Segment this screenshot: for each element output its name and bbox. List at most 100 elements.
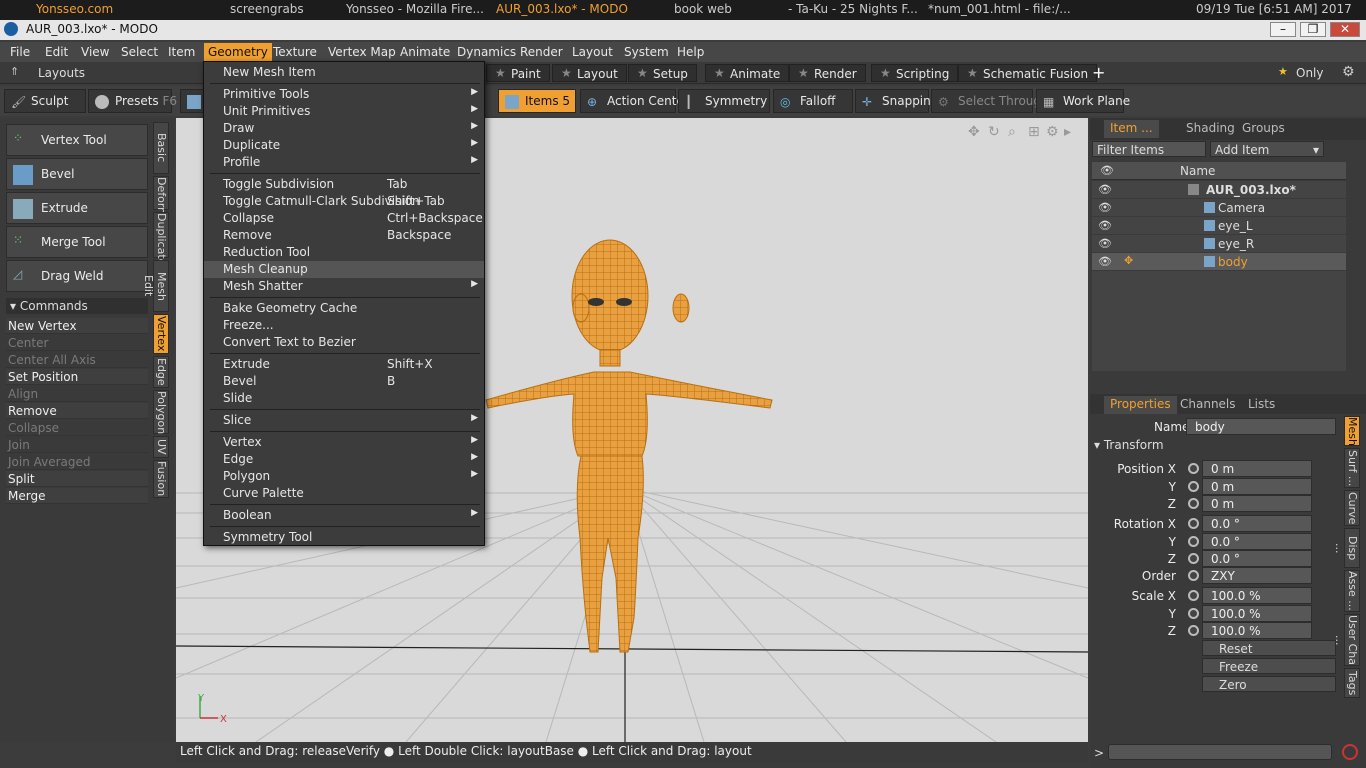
menu-item[interactable]: Toggle Subdivision Tab: [204, 176, 484, 193]
item-row[interactable]: 👁 eye_L: [1092, 217, 1346, 235]
vtab-deform[interactable]: Deform: [153, 176, 169, 218]
menu-edit[interactable]: Edit: [45, 45, 68, 59]
layout-tab-scripting[interactable]: ★ Scripting: [871, 64, 959, 82]
menu-layout[interactable]: Layout: [572, 45, 613, 59]
extrude-button[interactable]: Extrude: [6, 192, 148, 224]
channel-dot-icon[interactable]: [1188, 608, 1199, 619]
only-toggle[interactable]: Only: [1296, 66, 1324, 80]
menu-item[interactable]: Collapse Ctrl+Backspace: [204, 210, 484, 227]
menu-item[interactable]: Symmetry Tool: [204, 529, 484, 546]
tab-groups[interactable]: Groups: [1236, 120, 1291, 138]
vtab-polygon[interactable]: Polygon: [153, 390, 169, 434]
menu-item[interactable]: Duplicate ▶: [204, 137, 484, 154]
layout-tab-setup[interactable]: ★ Setup: [628, 64, 697, 82]
vtab-basic[interactable]: Basic: [153, 122, 169, 174]
menu-item[interactable]: Mesh Shatter ▶: [204, 278, 484, 295]
eye-icon[interactable]: 👁: [1100, 164, 1114, 177]
channel-dot-icon[interactable]: [1188, 590, 1199, 601]
channel-dot-icon[interactable]: [1188, 536, 1199, 547]
transform-field[interactable]: 0 m: [1202, 495, 1312, 512]
menu-item[interactable]: Extrude Shift+X: [204, 356, 484, 373]
work-plane-button[interactable]: ▦ Work Plane: [1036, 89, 1130, 113]
menu-animate[interactable]: Animate: [400, 45, 450, 59]
command-item[interactable]: Merge: [6, 488, 148, 504]
menu-item[interactable]: Reduction Tool: [204, 244, 484, 261]
menu-item[interactable]: Primitive Tools ▶: [204, 86, 484, 103]
command-input[interactable]: [1108, 744, 1332, 760]
select-mode-button[interactable]: [180, 89, 204, 113]
channel-dot-icon[interactable]: [1188, 570, 1199, 581]
eye-icon[interactable]: 👁: [1098, 237, 1112, 250]
menu-item[interactable]: Polygon ▶: [204, 468, 484, 485]
close-icon[interactable]: ✕: [1330, 22, 1360, 37]
taskbar-item-active[interactable]: AUR_003.lxo* - MODO: [496, 2, 628, 16]
gear-icon[interactable]: ⚙: [1342, 64, 1355, 80]
transform-field[interactable]: 0.0 °: [1202, 533, 1312, 550]
side-tab[interactable]: User Cha ...: [1333, 614, 1360, 666]
menu-item[interactable]: Profile ▶: [204, 154, 484, 171]
transform-zero-button[interactable]: Zero: [1202, 676, 1336, 692]
side-tab[interactable]: Asse ...: [1344, 570, 1360, 612]
vtab-mesh-edit[interactable]: Mesh Edit: [142, 260, 169, 312]
vtab-duplicate[interactable]: Duplicate: [153, 212, 169, 265]
commands-header[interactable]: ▾ Commands: [6, 298, 148, 314]
add-layout-button[interactable]: +: [1092, 63, 1105, 82]
name-column-header[interactable]: Name: [1180, 164, 1215, 178]
presets-button[interactable]: Presets F6: [88, 89, 177, 113]
taskbar-item[interactable]: Yonsseo.com: [36, 2, 113, 16]
maximize-icon[interactable]: ❐: [1300, 22, 1326, 37]
taskbar-item[interactable]: screengrabs: [230, 2, 304, 16]
menu-help[interactable]: Help: [677, 45, 704, 59]
layout-tab-schematic-fusion[interactable]: ★ Schematic Fusion: [958, 64, 1098, 82]
channel-dot-icon[interactable]: [1188, 518, 1199, 529]
eye-icon[interactable]: 👁: [1098, 183, 1112, 196]
layout-tab-paint[interactable]: ★ Paint: [486, 64, 550, 82]
menu-item[interactable]: Curve Palette: [204, 485, 484, 502]
channel-dot-icon[interactable]: [1188, 463, 1199, 474]
command-item[interactable]: Set Position: [6, 369, 148, 385]
minimize-icon[interactable]: –: [1270, 22, 1296, 37]
transform-field[interactable]: 100.0 %: [1202, 587, 1312, 604]
drag-weld-button[interactable]: ◿ Drag Weld: [6, 260, 148, 292]
menu-item[interactable]: Item: [168, 45, 195, 59]
channel-dot-icon[interactable]: [1188, 498, 1199, 509]
transform-field[interactable]: 100.0 %: [1202, 622, 1312, 639]
taskbar-item[interactable]: - Ta-Ku - 25 Nights F...: [788, 2, 918, 16]
menu-item[interactable]: Draw ▶: [204, 120, 484, 137]
layouts-arrow-icon[interactable]: ⇑: [10, 65, 19, 78]
menu-vertex-map[interactable]: Vertex Map: [328, 45, 396, 59]
channel-dot-icon[interactable]: [1188, 625, 1199, 636]
item-row[interactable]: 👁 eye_R: [1092, 235, 1346, 253]
merge-tool-button[interactable]: ⁙ Merge Tool: [6, 226, 148, 258]
tab-properties[interactable]: Properties: [1104, 396, 1177, 414]
layout-tab-render[interactable]: ★ Render: [789, 64, 866, 82]
vertex-tool-button[interactable]: ⁘ Vertex Tool: [6, 124, 148, 156]
action-center-button[interactable]: ⊕ Action Center: [580, 89, 689, 113]
menu-item[interactable]: Convert Text to Bezier: [204, 334, 484, 351]
item-row[interactable]: 👁 Camera: [1092, 199, 1346, 217]
item-row[interactable]: 👁 ✥ body: [1092, 253, 1346, 271]
channel-dot-icon[interactable]: [1188, 481, 1199, 492]
tab-lists[interactable]: Lists: [1242, 396, 1281, 414]
menu-render[interactable]: Render: [520, 45, 563, 59]
side-tab[interactable]: Tags: [1344, 668, 1360, 698]
eye-icon[interactable]: 👁: [1098, 219, 1112, 232]
layout-tab-layout[interactable]: ★ Layout: [552, 64, 627, 82]
menu-item[interactable]: Unit Primitives ▶: [204, 103, 484, 120]
transform-field[interactable]: 0.0 °: [1202, 550, 1312, 567]
transform-field[interactable]: ZXY: [1202, 567, 1312, 584]
symmetry-button[interactable]: ┃ Symmetry: [678, 89, 770, 113]
taskbar-item[interactable]: Yonsseo - Mozilla Fire...: [346, 2, 484, 16]
menu-view[interactable]: View: [81, 45, 109, 59]
tab-shading[interactable]: Shading: [1180, 120, 1241, 138]
transform-field[interactable]: 100.0 %: [1202, 605, 1312, 622]
menu-item[interactable]: Remove Backspace: [204, 227, 484, 244]
select-through-button[interactable]: ⚙ Select Through: [931, 89, 1049, 113]
command-item[interactable]: Remove: [6, 403, 148, 419]
sculpt-button[interactable]: 🖌 Sculpt: [4, 89, 86, 113]
bevel-button[interactable]: Bevel: [6, 158, 148, 190]
transform-field[interactable]: 0 m: [1202, 460, 1312, 477]
eye-icon[interactable]: 👁: [1098, 201, 1112, 214]
transform-reset-button[interactable]: Reset: [1202, 640, 1336, 656]
taskbar-item[interactable]: *num_001.html - file:/...: [928, 2, 1071, 16]
